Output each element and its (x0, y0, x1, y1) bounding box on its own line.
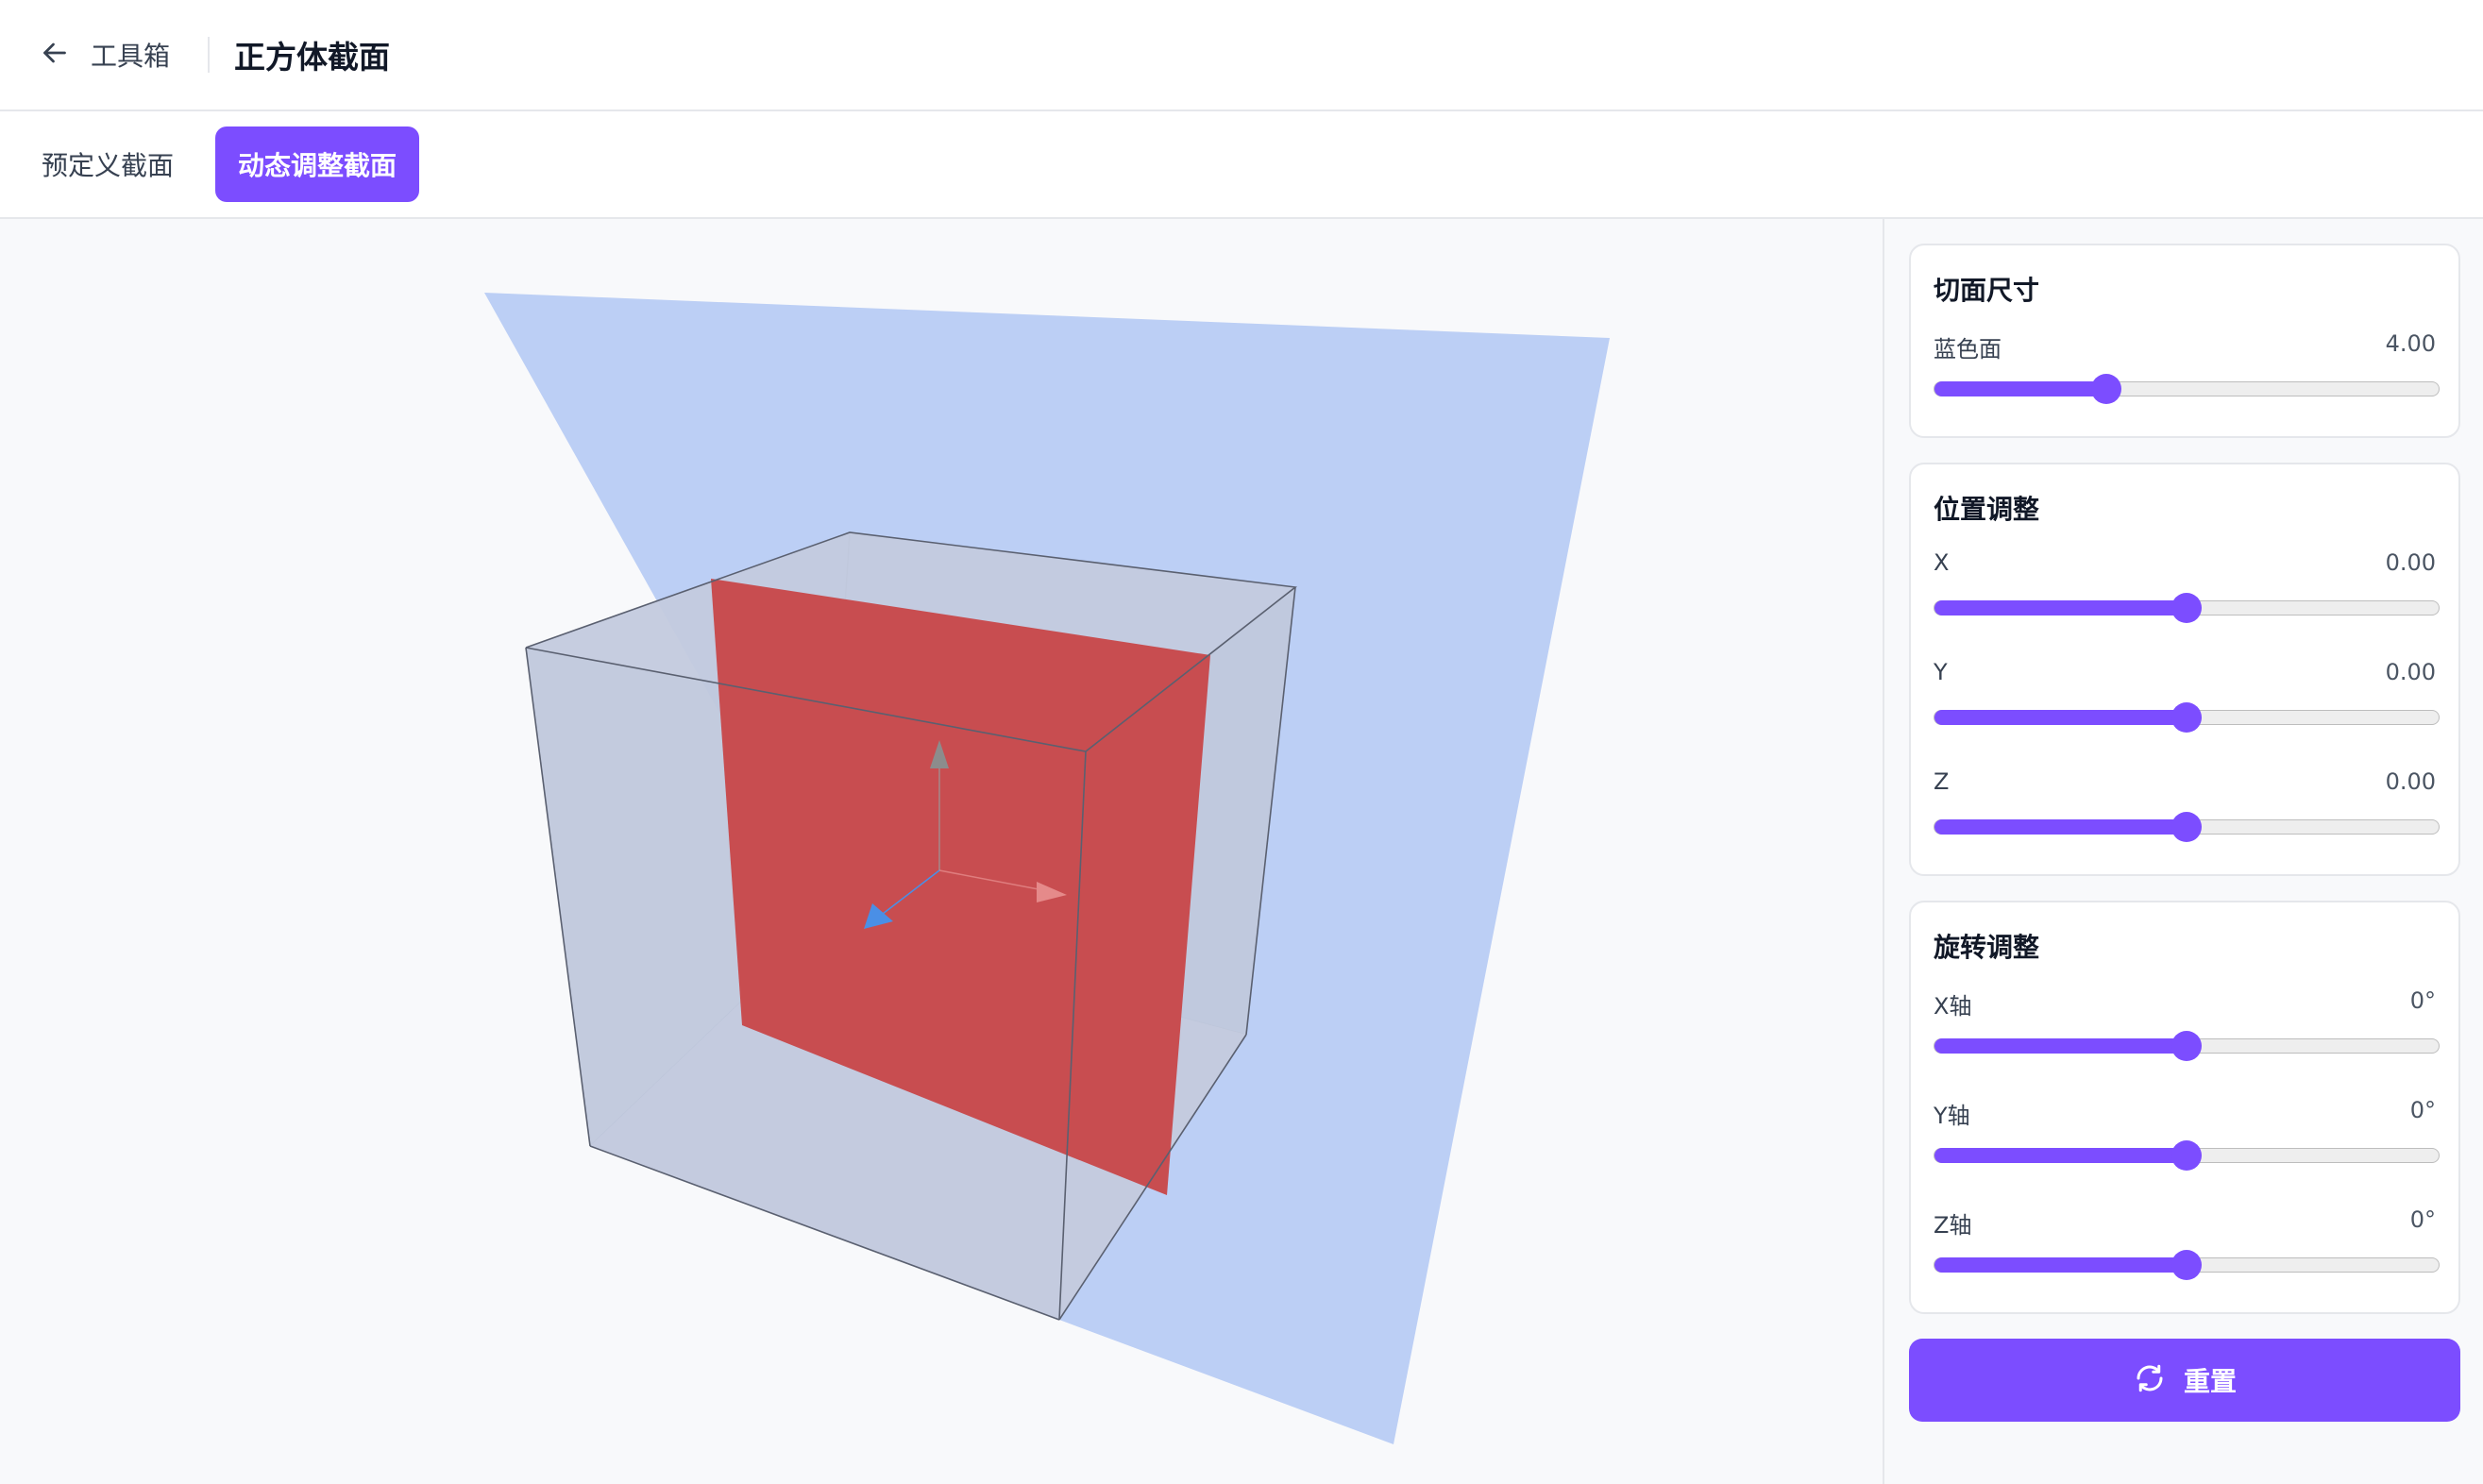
cube-scene[interactable] (0, 219, 1883, 1484)
back-button[interactable]: 工具箱 (38, 26, 170, 83)
header-divider (208, 37, 211, 73)
slider-fill (1934, 1257, 2187, 1273)
slider-thumb[interactable] (2171, 812, 2202, 842)
rotation-z-value: 0° (2409, 1206, 2436, 1233)
rotation-y-label: Y轴 (1934, 1103, 1970, 1129)
arrow-left-icon (38, 36, 72, 74)
reset-button[interactable]: 重置 (1909, 1339, 2460, 1422)
position-z-value: 0.00 (2385, 768, 2436, 795)
size-card-title: 切面尺寸 (1934, 275, 2040, 306)
refresh-icon (2133, 1361, 2184, 1399)
rotation-x-slider[interactable] (1934, 1031, 2440, 1061)
position-y-slider[interactable] (1934, 702, 2440, 733)
slider-thumb[interactable] (2171, 702, 2202, 733)
rotation-z-label: Z轴 (1934, 1212, 1972, 1239)
position-x-slider[interactable] (1934, 593, 2440, 623)
slider-fill (1934, 600, 2187, 616)
reset-label: 重置 (2183, 1366, 2237, 1397)
slider-fill (1934, 1038, 2187, 1054)
position-z-slider[interactable] (1934, 812, 2440, 842)
slider-fill (1934, 381, 2106, 396)
blue-plane-size-label: 蓝色面 (1934, 336, 2002, 363)
blue-plane-size-slider[interactable] (1934, 374, 2440, 404)
slider-fill (1934, 1148, 2187, 1163)
rotation-y-value: 0° (2409, 1097, 2436, 1123)
rotation-x-label: X轴 (1934, 993, 1972, 1020)
position-x-value: 0.00 (2385, 549, 2436, 576)
rotation-z-slider[interactable] (1934, 1250, 2440, 1280)
position-y-label: Y (1934, 659, 1948, 685)
slider-thumb[interactable] (2171, 593, 2202, 623)
tab-predefined-section[interactable]: 预定义截面 (19, 126, 196, 202)
slider-thumb[interactable] (2171, 1140, 2202, 1171)
rotation-card-title: 旋转调整 (1934, 932, 2040, 963)
slider-thumb[interactable] (2171, 1250, 2202, 1280)
slider-fill (1934, 819, 2187, 835)
position-z-label: Z (1934, 768, 1950, 795)
tab-bar: 预定义截面 动态调整截面 (0, 111, 2483, 219)
rotation-x-value: 0° (2409, 987, 2436, 1014)
control-panel: 切面尺寸 蓝色面 4.00 位置调整 X 0.00 Y 0.00 Z 0.00 … (1883, 219, 2483, 1484)
slider-fill (1934, 710, 2187, 725)
position-card-title: 位置调整 (1934, 494, 2040, 525)
position-x-label: X (1934, 549, 1950, 576)
header: 工具箱 正方体截面 (0, 0, 2483, 111)
page-title: 正方体截面 (234, 39, 391, 76)
position-card: 位置调整 X 0.00 Y 0.00 Z 0.00 (1909, 463, 2460, 876)
position-y-value: 0.00 (2385, 659, 2436, 685)
blue-plane-size-value: 4.00 (2385, 330, 2436, 357)
app-root: 工具箱 正方体截面 预定义截面 动态调整截面 切面尺寸 蓝色面 4.00 位置调… (0, 0, 2483, 1484)
tab-dynamic-section[interactable]: 动态调整截面 (215, 126, 420, 202)
rotation-y-slider[interactable] (1934, 1140, 2440, 1171)
3d-viewport[interactable] (0, 219, 1883, 1484)
rotation-card: 旋转调整 X轴 0° Y轴 0° Z轴 0° (1909, 901, 2460, 1314)
slider-thumb[interactable] (2171, 1031, 2202, 1061)
size-card: 切面尺寸 蓝色面 4.00 (1909, 244, 2460, 438)
slider-thumb[interactable] (2090, 374, 2121, 404)
back-label: 工具箱 (91, 41, 171, 72)
